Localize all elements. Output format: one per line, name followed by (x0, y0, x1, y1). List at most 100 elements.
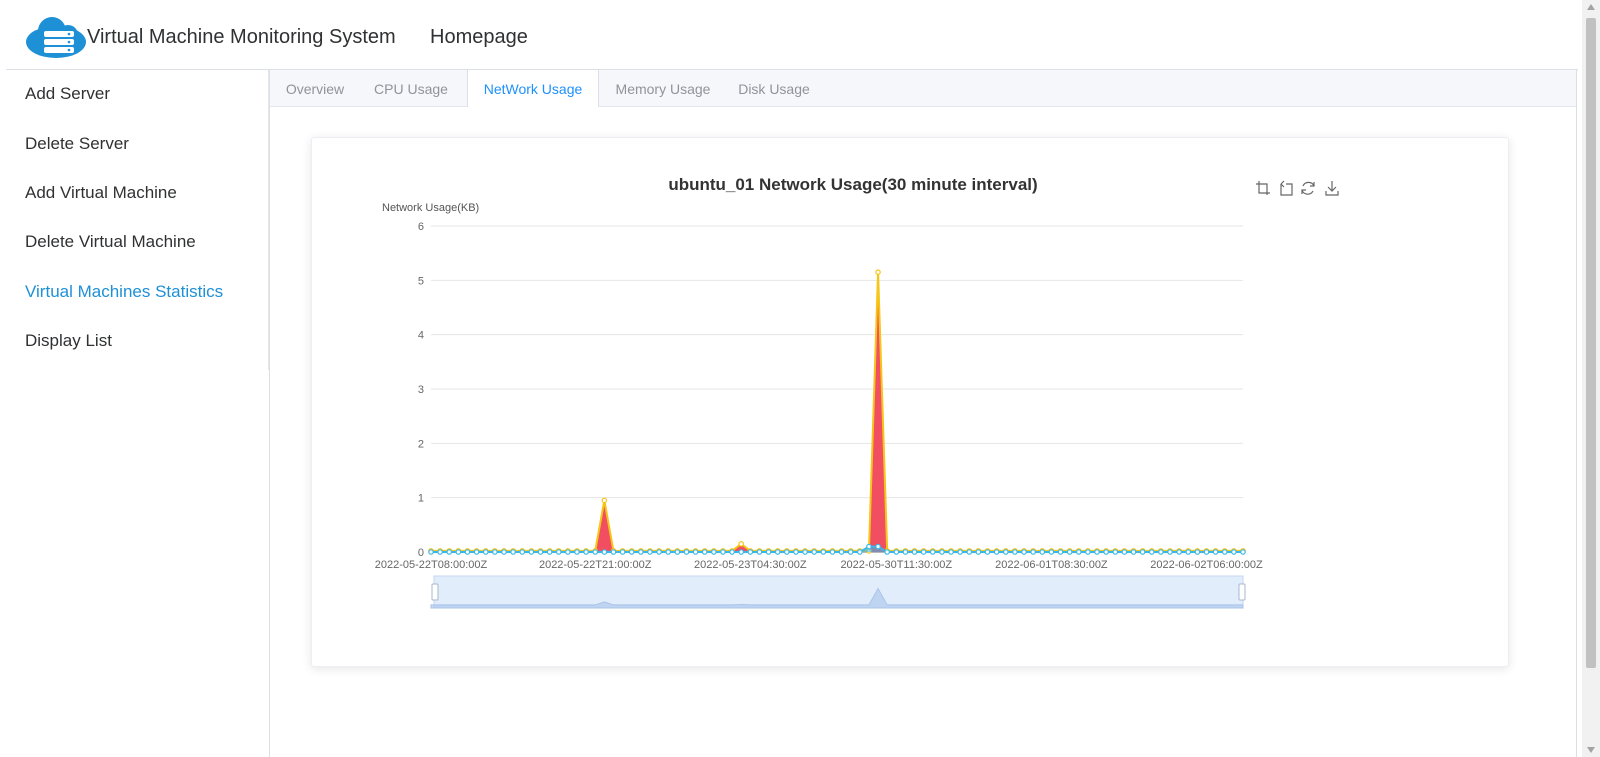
x-tick-label: 2022-05-22T08:00:00Z (375, 559, 488, 571)
series-area (431, 272, 1243, 552)
slider-window (433, 575, 1244, 609)
data-point (738, 549, 745, 555)
network-usage-chart: ubuntu_01 Network Usage(30 minute interv… (375, 175, 1339, 609)
data-point (473, 549, 480, 555)
data-point (875, 269, 881, 275)
data-point (1012, 549, 1018, 555)
data-point (1185, 549, 1192, 555)
data-point (765, 549, 772, 555)
tab-network-usage[interactable]: NetWork Usage (467, 70, 599, 107)
tab-cpu-usage[interactable]: CPU Usage (366, 70, 456, 106)
chart-title: ubuntu_01 Network Usage(30 minute interv… (668, 175, 1037, 194)
data-point (829, 549, 836, 555)
chart-y-ticks: 0 1 2 3 4 5 6 (418, 221, 424, 559)
series-line (431, 272, 1243, 552)
data-point (711, 549, 717, 555)
data-point (1085, 549, 1091, 555)
x-tick-label: 2022-05-30T11:30:00Z (840, 559, 952, 571)
scroll-down-icon[interactable] (1587, 747, 1595, 753)
tab-overview[interactable]: Overview (275, 70, 355, 106)
tab-disk-usage[interactable]: Disk Usage (729, 70, 819, 106)
data-point (446, 549, 453, 555)
y-tick-label: 5 (418, 275, 424, 287)
data-point (820, 549, 827, 555)
sidebar-item-display-list[interactable]: Display List (25, 331, 112, 351)
homepage-link[interactable]: Homepage (430, 26, 528, 49)
sidebar-item-add-virtual-machine[interactable]: Add Virtual Machine (25, 183, 177, 203)
data-point (638, 549, 644, 555)
data-point (674, 549, 681, 555)
data-point (1130, 549, 1137, 555)
data-point (1240, 549, 1246, 555)
data-point (984, 549, 991, 555)
data-point (701, 549, 708, 555)
data-point (601, 497, 608, 504)
scroll-thumb[interactable] (1586, 18, 1596, 668)
download-icon[interactable] (1325, 181, 1339, 196)
data-point (720, 549, 726, 555)
data-point (939, 549, 945, 555)
x-tick-label: 2022-06-01T08:30:00Z (995, 559, 1108, 571)
data-point (628, 549, 635, 555)
y-tick-label: 0 (418, 547, 424, 559)
data-point (692, 549, 699, 555)
data-point (1103, 549, 1109, 555)
data-point (875, 543, 881, 550)
page-scrollbar[interactable] (1582, 0, 1600, 757)
data-point (546, 549, 553, 555)
data-point (492, 549, 498, 555)
data-point (601, 549, 608, 555)
x-tick-label: 2022-05-22T21:00:00Z (539, 559, 652, 571)
data-point (537, 549, 544, 555)
sidebar-item-virtual-machines-statistics[interactable]: Virtual Machines Statistics (25, 282, 223, 302)
data-point (1231, 549, 1237, 555)
data-point (966, 549, 973, 555)
data-point (1048, 549, 1055, 555)
x-tick-label: 2022-05-23T04:30:00Z (694, 559, 807, 571)
scroll-up-icon[interactable] (1587, 4, 1595, 10)
data-point (1212, 549, 1219, 555)
data-point (1158, 549, 1164, 555)
data-point (957, 549, 963, 555)
data-point (1139, 549, 1146, 555)
x-tick-label: 2022-06-02T06:00:00Z (1150, 559, 1263, 571)
data-point (1203, 549, 1210, 555)
sidebar-item-add-server[interactable]: Add Server (25, 84, 110, 104)
data-point (784, 549, 790, 555)
sidebar-item-delete-server[interactable]: Delete Server (25, 134, 129, 154)
data-point (756, 549, 763, 555)
data-zoom-slider[interactable] (430, 575, 1246, 609)
data-point (857, 549, 863, 555)
data-point (902, 549, 909, 555)
data-point (647, 549, 653, 555)
sidebar-item-delete-virtual-machine[interactable]: Delete Virtual Machine (25, 232, 196, 252)
cloud-server-icon[interactable] (24, 14, 88, 60)
data-point (1057, 549, 1064, 555)
data-point (583, 549, 589, 555)
data-point (793, 549, 799, 555)
data-point (811, 549, 817, 555)
chart-grid (431, 225, 1243, 553)
restore-icon[interactable] (1301, 181, 1315, 195)
data-point (1167, 549, 1173, 555)
data-point (665, 549, 672, 555)
data-point (455, 549, 462, 555)
data-point (993, 549, 1000, 555)
data-point (510, 549, 516, 555)
data-point (1075, 549, 1082, 555)
zoom-reset-icon[interactable] (1280, 180, 1293, 196)
data-point (1221, 549, 1228, 555)
tab-memory-usage[interactable]: Memory Usage (608, 70, 718, 106)
data-point (802, 549, 808, 555)
data-point (884, 549, 890, 555)
chart-card: ubuntu_01 Network Usage(30 minute interv… (311, 137, 1509, 667)
data-point (1094, 549, 1100, 555)
data-point (1194, 549, 1201, 555)
data-point (555, 549, 562, 555)
data-point (574, 549, 580, 555)
y-tick-label: 3 (418, 384, 424, 396)
data-point (1021, 549, 1027, 555)
zoom-icon[interactable] (1256, 181, 1270, 195)
data-point (610, 549, 617, 555)
data-point (1030, 549, 1036, 555)
